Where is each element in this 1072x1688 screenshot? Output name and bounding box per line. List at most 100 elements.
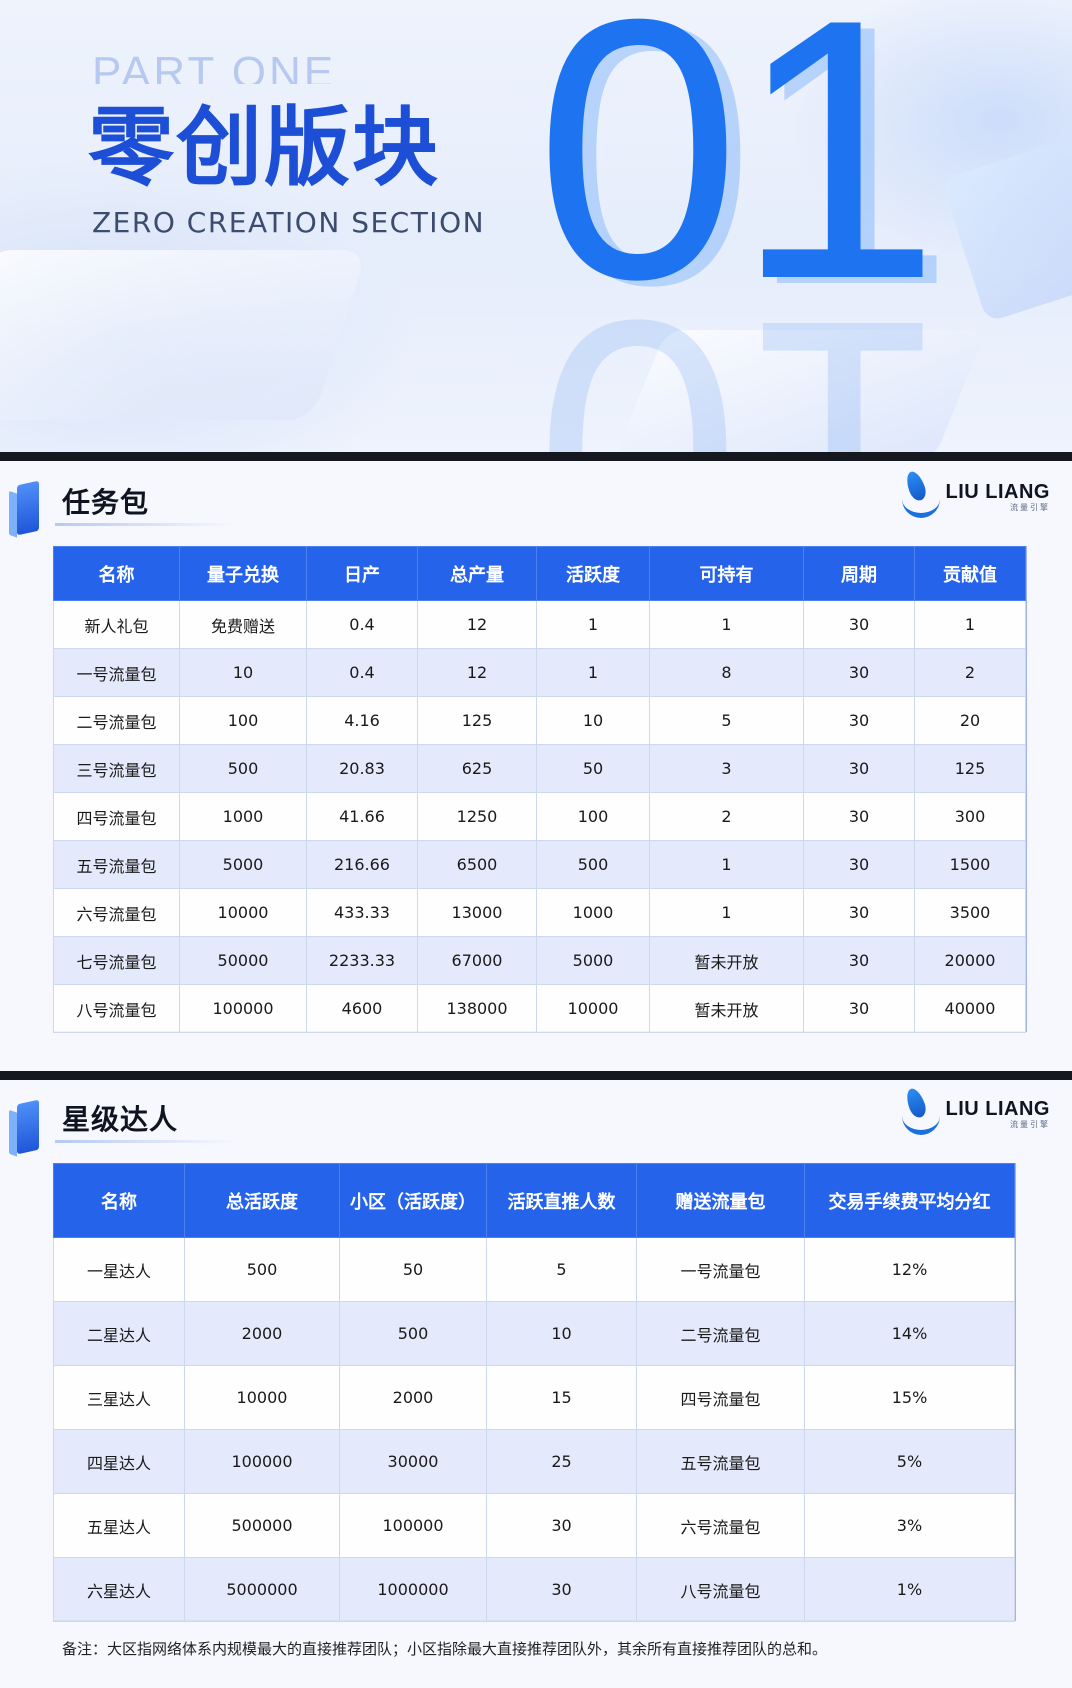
page-title: 零创版块 (88, 98, 440, 198)
table-cell: 30 (803, 984, 915, 1033)
table-cell: 30 (803, 792, 915, 841)
table-cell: 2 (914, 648, 1026, 697)
decorative-glass-shape (0, 250, 368, 420)
table-cell: 14% (804, 1301, 1015, 1366)
hero-banner: PART ONE 零创版块 ZERO CREATION SECTION 01 0… (0, 0, 1072, 452)
table-cell: 500 (536, 840, 650, 889)
table-cell: 216.66 (306, 840, 418, 889)
table-row: 五号流量包 5000 216.66 6500 500 1 30 1500 (53, 840, 1026, 889)
footnote: 备注：大区指网络体系内规模最大的直接推荐团队；小区指除最大直接推荐团队外，其余所… (62, 1640, 828, 1658)
table-cell: 3500 (914, 888, 1026, 937)
column-header: 日产 (306, 546, 418, 601)
table-cell: 30 (486, 1557, 637, 1622)
table-cell: 50000 (179, 936, 307, 985)
task-package-table: 名称 量子兑换 日产 总产量 活跃度 可持有 周期 贡献值 新人礼包 免费赠送 0.4 12 1 1 30… (53, 546, 1026, 1033)
brand-subtitle: 流量引擎 (1010, 503, 1050, 512)
section-underline (55, 523, 235, 526)
table-cell: 五号流量包 (636, 1429, 805, 1494)
brand-drop-icon (900, 1086, 942, 1140)
table-cell: 1000 (179, 792, 307, 841)
table-cell: 50 (536, 744, 650, 793)
table-cell: 10000 (536, 984, 650, 1033)
table-cell: 500 (179, 744, 307, 793)
table-cell: 一号流量包 (636, 1237, 805, 1302)
table-cell: 30 (803, 696, 915, 745)
table-cell: 20 (914, 696, 1026, 745)
table-cell: 八号流量包 (53, 984, 180, 1033)
part-label: PART ONE (92, 48, 337, 84)
table-row: 三号流量包 500 20.83 625 50 3 30 125 (53, 744, 1026, 793)
table-cell: 1 (649, 840, 804, 889)
column-header: 交易手续费平均分红 (804, 1163, 1015, 1238)
table-cell: 30 (803, 840, 915, 889)
table-cell: 100 (536, 792, 650, 841)
table-cell: 1 (536, 600, 650, 649)
table-cell: 25 (486, 1429, 637, 1494)
table-row: 八号流量包 100000 4600 138000 10000 暂未开放 30 40000 (53, 984, 1026, 1033)
table-cell: 13000 (417, 888, 537, 937)
table-row: 二号流量包 100 4.16 125 10 5 30 20 (53, 696, 1026, 745)
table-cell: 41.66 (306, 792, 418, 841)
table-cell: 20000 (914, 936, 1026, 985)
table-cell: 5000 (179, 840, 307, 889)
table-row: 一号流量包 10 0.4 12 1 8 30 2 (53, 648, 1026, 697)
table-cell: 10 (536, 696, 650, 745)
column-header: 总产量 (417, 546, 537, 601)
brand-name: LIU LIANG (945, 481, 1050, 503)
table-cell: 1 (649, 600, 804, 649)
column-header: 周期 (803, 546, 915, 601)
big-section-number: 01 (535, 0, 941, 356)
brand-logo: LIU LIANG 流量引擎 (900, 469, 1051, 523)
table-cell: 67000 (417, 936, 537, 985)
table-cell: 300 (914, 792, 1026, 841)
table-cell: 625 (417, 744, 537, 793)
table-cell: 5 (486, 1237, 637, 1302)
table-cell: 二星达人 (53, 1301, 185, 1366)
table-cell: 12 (417, 648, 537, 697)
table-cell: 138000 (417, 984, 537, 1033)
table-cell: 暂未开放 (649, 984, 804, 1033)
table-row: 六号流量包 10000 433.33 13000 1000 1 30 3500 (53, 888, 1026, 937)
section-marker-icon (17, 480, 39, 536)
table-cell: 30 (803, 600, 915, 649)
table-cell: 50 (339, 1237, 487, 1302)
table-cell: 30 (803, 888, 915, 937)
table-cell: 六号流量包 (636, 1493, 805, 1558)
table-cell: 30 (803, 648, 915, 697)
table-cell: 30 (803, 744, 915, 793)
table-cell: 1% (804, 1557, 1015, 1622)
page-subtitle: ZERO CREATION SECTION (92, 206, 486, 239)
table-cell: 3 (649, 744, 804, 793)
brand-subtitle: 流量引擎 (1010, 1120, 1050, 1129)
table-cell: 0.4 (306, 600, 418, 649)
section-divider (0, 452, 1072, 461)
table-cell: 8 (649, 648, 804, 697)
table-cell: 0.4 (306, 648, 418, 697)
decorative-glass-cube (940, 127, 1072, 323)
column-header: 贡献值 (914, 546, 1026, 601)
table-cell: 四号流量包 (636, 1365, 805, 1430)
table-cell: 433.33 (306, 888, 418, 937)
table-cell: 一号流量包 (53, 648, 180, 697)
column-header: 总活跃度 (184, 1163, 340, 1238)
table-cell: 500000 (184, 1493, 340, 1558)
column-header: 小区（活跃度） (339, 1163, 487, 1238)
table-cell: 四号流量包 (53, 792, 180, 841)
table-row: 四星达人 100000 30000 25 五号流量包 5% (53, 1429, 1015, 1494)
column-header: 量子兑换 (179, 546, 307, 601)
table-cell: 125 (914, 744, 1026, 793)
table-cell: 100000 (184, 1429, 340, 1494)
table-cell: 七号流量包 (53, 936, 180, 985)
table-cell: 500 (339, 1301, 487, 1366)
table-row: 二星达人 2000 500 10 二号流量包 14% (53, 1301, 1015, 1366)
table-cell: 2000 (339, 1365, 487, 1430)
table-cell: 30 (803, 936, 915, 985)
table-cell: 15 (486, 1365, 637, 1430)
brand-name: LIU LIANG (945, 1098, 1050, 1120)
table-row: 四号流量包 1000 41.66 1250 100 2 30 300 (53, 792, 1026, 841)
table-cell: 六星达人 (53, 1557, 185, 1622)
table-cell: 1500 (914, 840, 1026, 889)
table-cell: 30000 (339, 1429, 487, 1494)
table-cell: 20.83 (306, 744, 418, 793)
table-cell: 5 (649, 696, 804, 745)
